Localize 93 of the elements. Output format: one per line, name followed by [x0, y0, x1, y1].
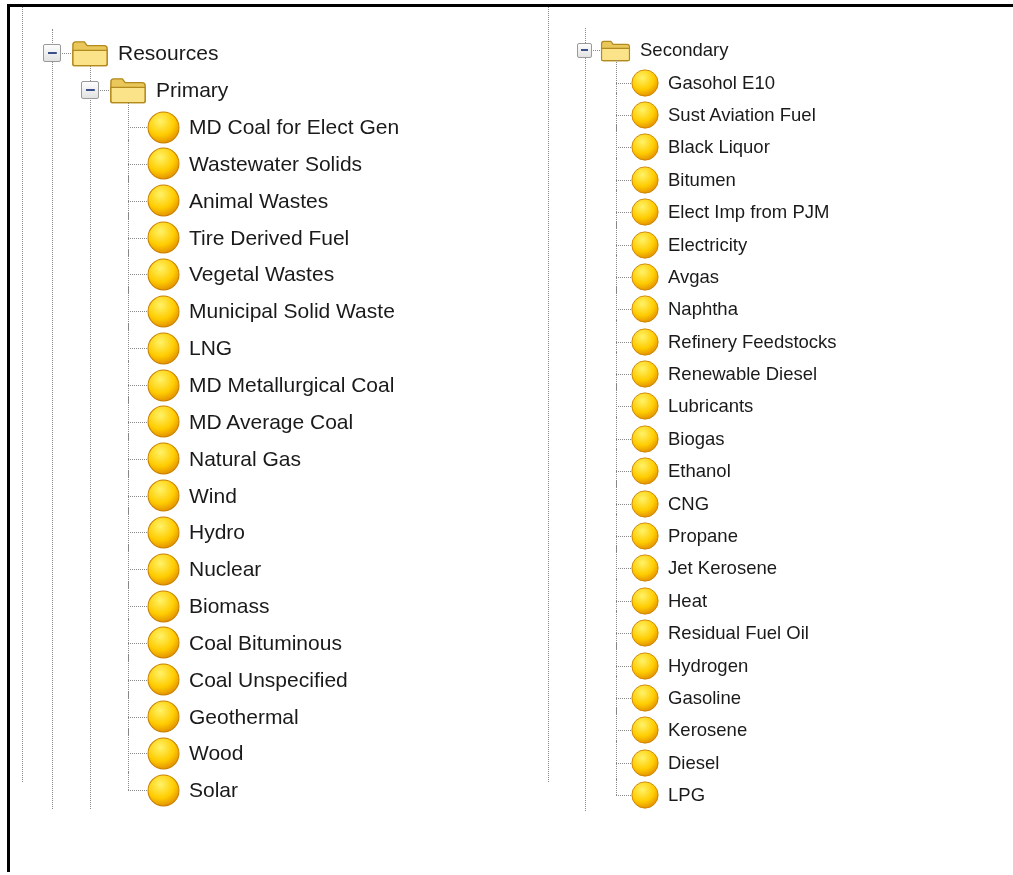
sphere-icon — [147, 110, 180, 144]
tree-item-label[interactable]: Wind — [189, 483, 237, 508]
tree-item-label[interactable]: Biomass — [189, 594, 270, 619]
tree-item-label[interactable]: CNG — [668, 492, 710, 515]
tree-item-label[interactable]: MD Coal for Elect Gen — [189, 115, 400, 140]
sphere-icon — [147, 368, 180, 402]
sphere-icon — [631, 781, 659, 810]
sphere-icon — [147, 589, 180, 623]
sphere-icon — [631, 100, 659, 129]
tree-item-label[interactable]: Elect Imp from PJM — [668, 201, 830, 224]
tree-item-label[interactable]: Geothermal — [189, 704, 299, 729]
tree-item-label[interactable]: Secondary — [640, 39, 729, 62]
tree-item-label[interactable]: Propane — [668, 525, 738, 548]
folder-icon — [71, 39, 109, 68]
sphere-icon — [631, 522, 659, 551]
sphere-icon — [631, 457, 659, 486]
sphere-icon — [631, 554, 659, 583]
tree-item-label[interactable]: Gasohol E10 — [668, 71, 775, 94]
tree-item-label[interactable]: Tire Derived Fuel — [189, 225, 350, 250]
tree-item-label[interactable]: Nuclear — [189, 557, 262, 582]
tree-item-label[interactable]: Avgas — [668, 265, 720, 288]
sphere-icon — [631, 262, 659, 291]
tree-item-label[interactable]: Ethanol — [668, 460, 731, 483]
sphere-icon — [631, 230, 659, 259]
tree-item-label[interactable]: Lubricants — [668, 395, 754, 418]
sphere-icon — [631, 586, 659, 615]
sphere-icon — [631, 198, 659, 227]
tree-item-label[interactable]: Biogas — [668, 427, 725, 450]
sphere-icon — [147, 221, 180, 255]
tree-item-label[interactable]: Renewable Diesel — [668, 363, 818, 386]
collapse-toggle[interactable] — [577, 42, 592, 58]
tree-item-label[interactable]: Gasoline — [668, 687, 741, 709]
tree-item-label[interactable]: Diesel — [668, 751, 720, 774]
sphere-icon — [147, 479, 180, 513]
collapse-toggle[interactable] — [43, 44, 61, 63]
sphere-icon — [631, 133, 659, 162]
tree-item-label[interactable]: Coal Unspecified — [189, 667, 348, 692]
tree-item-label[interactable]: Bitumen — [668, 168, 736, 191]
tree-item-label[interactable]: Wastewater Solids — [189, 151, 363, 176]
sphere-icon — [147, 626, 180, 660]
sphere-icon — [147, 736, 180, 770]
folder-icon — [109, 76, 147, 105]
sphere-icon — [147, 773, 180, 807]
tree-item-label[interactable]: Coal Bituminous — [189, 630, 342, 655]
tree-item-label[interactable]: LNG — [189, 336, 233, 361]
tree-item-label[interactable]: Jet Kerosene — [668, 557, 777, 580]
tree-item-label[interactable]: Kerosene — [668, 719, 748, 742]
tree-item-label[interactable]: Refinery Feedstocks — [668, 330, 837, 353]
sphere-icon — [631, 716, 659, 745]
tree-item-label[interactable]: Vegetal Wastes — [189, 262, 335, 287]
tree-item-label[interactable]: Animal Wastes — [189, 188, 329, 213]
sphere-icon — [631, 424, 659, 453]
sphere-icon — [147, 331, 180, 365]
sphere-icon — [631, 619, 659, 648]
sphere-icon — [147, 258, 180, 291]
sphere-icon — [631, 165, 659, 194]
sphere-icon — [631, 68, 659, 97]
sphere-icon — [631, 392, 659, 421]
sphere-icon — [631, 684, 659, 712]
tree-item-label[interactable]: Municipal Solid Waste — [189, 299, 395, 324]
sphere-icon — [631, 748, 659, 777]
tree-item-label[interactable]: Sust Aviation Fuel — [668, 103, 816, 126]
sphere-icon — [147, 700, 180, 734]
tree-item-label[interactable]: Hydro — [189, 520, 246, 545]
sphere-icon — [147, 184, 180, 218]
sphere-icon — [147, 294, 180, 328]
tree-item-label[interactable]: Wood — [189, 741, 244, 766]
tree-item-label[interactable]: MD Metallurgical Coal — [189, 373, 395, 397]
tree-item-label[interactable]: Naphtha — [668, 298, 738, 321]
sphere-icon — [147, 552, 180, 586]
tree-item-label[interactable]: Resources — [118, 41, 219, 66]
sphere-icon — [631, 651, 659, 680]
tree-item-label[interactable]: Electricity — [668, 233, 748, 256]
sphere-icon — [147, 515, 180, 549]
tree-item-label[interactable]: MD Average Coal — [189, 409, 354, 434]
folder-icon — [600, 38, 631, 62]
sphere-icon — [631, 327, 659, 356]
sphere-icon — [631, 360, 659, 389]
tree-item-label[interactable]: LPG — [668, 784, 706, 807]
tree-item-label[interactable]: Solar — [189, 778, 239, 803]
sphere-icon — [147, 663, 180, 697]
tree-item-label[interactable]: Heat — [668, 589, 708, 612]
tree-item-label[interactable]: Natural Gas — [189, 446, 302, 471]
sphere-icon — [631, 489, 659, 518]
tree-item-label[interactable]: Black Liquor — [668, 136, 770, 159]
sphere-icon — [147, 405, 180, 439]
sphere-icon — [147, 147, 180, 181]
tree-item-label[interactable]: Hydrogen — [668, 654, 749, 677]
sphere-icon — [147, 442, 180, 476]
sphere-icon — [631, 295, 659, 324]
tree-item-label[interactable]: Residual Fuel Oil — [668, 622, 809, 645]
tree-item-label[interactable]: Primary — [156, 78, 229, 103]
collapse-toggle[interactable] — [81, 81, 99, 100]
